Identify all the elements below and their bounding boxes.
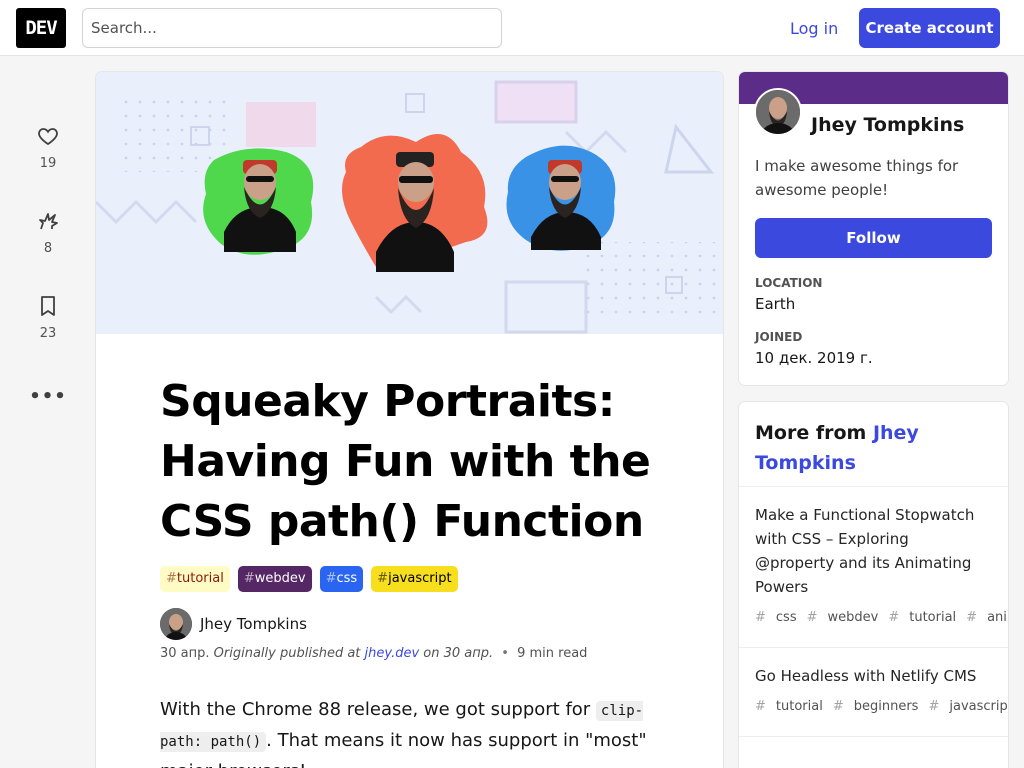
original-date: on 30 апр. — [423, 646, 494, 661]
post-title-link[interactable]: Go Headless with Netlify CMS — [755, 664, 992, 688]
post-title-link[interactable]: Make a Functional Stopwatch with CSS – E… — [755, 503, 992, 599]
top-navbar: DEV Log in Create account — [0, 0, 1024, 56]
post-tag-webdev[interactable]: # webdev — [807, 610, 879, 625]
heart-count: 19 — [39, 156, 57, 171]
meta-separator: • — [501, 646, 509, 661]
more-from-post-list: Make a Functional Stopwatch with CSS – E… — [739, 487, 1008, 737]
tag-hash: # — [377, 571, 389, 586]
article-meta: 30 апр. Originally published at jhey.dev… — [160, 646, 660, 661]
create-account-button[interactable]: Create account — [859, 8, 1000, 48]
tag-hash: # — [325, 571, 337, 586]
tag-list: #tutorial #webdev #css #javascript — [160, 566, 660, 592]
tag-label: css — [336, 571, 358, 586]
tag-label: javascript — [388, 571, 452, 586]
dev-logo[interactable]: DEV — [16, 8, 66, 48]
author-name-link[interactable]: Jhey Tompkins — [200, 615, 307, 633]
tag-webdev[interactable]: #webdev — [237, 566, 312, 592]
read-time: 9 min read — [517, 646, 588, 661]
tag-hash: # — [966, 610, 978, 625]
tag-hash: # — [888, 610, 900, 625]
more-from-heading: More from Jhey Tompkins — [739, 402, 1008, 487]
tag-label: webdev — [254, 571, 306, 586]
save-reaction-button[interactable]: 23 — [28, 294, 68, 341]
profile-name-link[interactable]: Jhey Tompkins — [811, 114, 964, 136]
post-tag-list: #css #webdev #tutorial #animation — [755, 605, 1008, 631]
joined-label: JOINED — [755, 330, 803, 344]
heart-icon — [38, 128, 58, 146]
tag-hash: # — [832, 699, 844, 714]
unicorn-count: 8 — [43, 241, 53, 256]
post-tag-beginners[interactable]: # beginners — [833, 699, 919, 714]
cover-illustration — [96, 72, 723, 334]
tag-tutorial[interactable]: #tutorial — [160, 566, 230, 592]
post-tag-javascript[interactable]: # javascript — [928, 699, 1008, 714]
article-card: Squeaky Portraits: Having Fun with the C… — [96, 72, 723, 768]
bookmark-icon — [41, 296, 55, 316]
avatar-image — [756, 90, 800, 134]
tag-javascript[interactable]: #javascript — [371, 566, 458, 592]
author-profile-card: Jhey Tompkins I make awesome things for … — [739, 72, 1008, 385]
save-count: 23 — [39, 326, 57, 341]
paragraph-text: With the Chrome 88 release, we got suppo… — [160, 699, 596, 720]
originally-published-text: Originally published at — [213, 646, 361, 661]
more-from-post[interactable]: Make a Functional Stopwatch with CSS – E… — [739, 487, 1008, 648]
tag-hash: # — [243, 571, 255, 586]
post-tag-list: #tutorial#beginners#javascript#webdev — [755, 694, 1008, 720]
location-label: LOCATION — [755, 276, 823, 290]
avatar-image — [160, 608, 192, 640]
more-options-icon[interactable]: ••• — [28, 386, 68, 407]
heart-reaction-button[interactable]: 19 — [28, 124, 68, 171]
search-input[interactable] — [82, 8, 502, 48]
article-title: Squeaky Portraits: Having Fun with the C… — [160, 376, 651, 547]
joined-value: 10 дек. 2019 г. — [755, 349, 873, 367]
article-body: Squeaky Portraits: Having Fun with the C… — [160, 372, 660, 768]
cover-image — [96, 72, 723, 334]
tag-label: tutorial — [176, 571, 224, 586]
tag-hash: # — [166, 571, 177, 586]
profile-bio: I make awesome things for awesome people… — [755, 157, 959, 199]
tag-hash: # — [806, 610, 818, 625]
login-link[interactable]: Log in — [776, 8, 852, 48]
tag-hash: # — [755, 610, 766, 625]
tag-hash: # — [755, 699, 766, 714]
post-tag-tutorial[interactable]: # tutorial — [755, 699, 823, 714]
author-row[interactable]: Jhey Tompkins — [160, 608, 660, 640]
tag-css[interactable]: #css — [319, 566, 364, 592]
more-from-post[interactable]: Go Headless with Netlify CMS # tutorial # be… — [739, 648, 1008, 737]
unicorn-reaction-button[interactable]: 8 — [28, 209, 68, 256]
author-avatar[interactable] — [160, 608, 192, 640]
canonical-source-link[interactable]: jhey.dev — [365, 646, 420, 661]
unicorn-icon — [39, 213, 58, 230]
more-from-card: More from Jhey Tompkins Make a Functiona… — [739, 402, 1008, 768]
location-value: Earth — [755, 295, 796, 313]
profile-avatar[interactable] — [754, 88, 802, 136]
post-tag-tutorial[interactable]: # tutorial — [888, 610, 956, 625]
follow-button[interactable]: Follow — [755, 218, 992, 258]
more-from-prefix: More from — [755, 422, 873, 444]
post-tag-css[interactable]: # css — [755, 610, 797, 625]
article-paragraph: With the Chrome 88 release, we got suppo… — [160, 695, 650, 768]
post-tag-animation[interactable]: #animation — [966, 610, 1008, 625]
tag-hash: # — [928, 699, 940, 714]
publish-date: 30 апр. — [160, 646, 210, 661]
